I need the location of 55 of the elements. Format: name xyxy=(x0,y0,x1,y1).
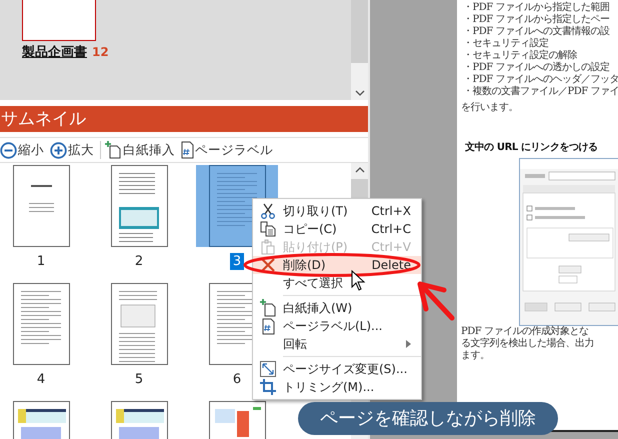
zoom-in-icon xyxy=(50,142,67,158)
document-title: 製品企画書 xyxy=(22,44,87,61)
menu-item[interactable]: ページサイズ変更(S)... xyxy=(253,360,421,378)
toolbar-button[interactable]: ページラベル xyxy=(181,141,275,159)
scroll-down-icon[interactable] xyxy=(354,90,364,96)
clipboard-icon xyxy=(260,239,276,255)
page-number-icon xyxy=(262,318,274,334)
body-text: ます。 xyxy=(461,350,490,362)
pointer-arrow xyxy=(418,282,454,320)
page-number: 2 xyxy=(134,253,144,270)
resize-icon xyxy=(260,361,276,377)
toolbar-button[interactable]: 白紙挿入 xyxy=(105,141,177,159)
list-item: ・PDF ファイルから指定した範囲 xyxy=(463,2,610,14)
list-item: ・セキュリティ設定の解除 xyxy=(463,50,577,62)
menu-item[interactable]: すべて選択 xyxy=(253,274,421,292)
copy-icon xyxy=(260,221,276,237)
list-item: ・PDF ファイルから指定したペー xyxy=(463,14,610,26)
page-number: 4 xyxy=(36,371,46,388)
page-number: 3 xyxy=(230,253,244,270)
toolbar-button[interactable]: 拡大 xyxy=(50,142,96,158)
menu-item[interactable]: 回転 xyxy=(253,335,421,353)
list-item: ・複数の文書ファイル／PDF ファイ xyxy=(463,86,618,98)
menu-item[interactable]: ページラベル(L)... xyxy=(253,317,421,335)
scissors-icon xyxy=(260,203,276,219)
body-text: を行います。 xyxy=(461,102,518,114)
page-count: 12 xyxy=(92,45,109,59)
menu-item[interactable]: 切り取り(T) Ctrl+X xyxy=(253,202,421,220)
scrollbar[interactable] xyxy=(351,0,368,100)
cursor-icon xyxy=(352,270,366,291)
caption-banner: ページを確認しながら削除 xyxy=(298,402,558,435)
list-item: ・セキュリティ設定 xyxy=(463,38,548,50)
list-item: ・PDF ファイルへのヘッダ／フッタ xyxy=(463,74,618,86)
page-number-icon xyxy=(181,141,194,159)
list-item: ・PDF ファイルへの透かしの設定 xyxy=(463,62,610,74)
scroll-thumb[interactable] xyxy=(351,0,368,63)
scroll-up-icon[interactable] xyxy=(354,167,364,173)
crop-icon xyxy=(260,379,276,395)
delete-icon xyxy=(260,257,276,273)
body-text: PDF ファイルの作成対象とな xyxy=(461,326,588,338)
panel-header: サムネイル xyxy=(0,106,368,132)
toolbar-button[interactable]: 縮小 xyxy=(0,142,46,158)
page-number: 6 xyxy=(232,371,242,388)
document-thumbnail[interactable] xyxy=(22,0,96,41)
submenu-arrow-icon xyxy=(406,340,411,348)
zoom-out-icon xyxy=(0,142,17,158)
page-number: 1 xyxy=(36,253,46,270)
page-number: 5 xyxy=(134,371,144,388)
section-heading: 文中の URL にリンクをつける xyxy=(465,140,598,154)
new-page-icon xyxy=(260,299,276,317)
menu-item[interactable]: トリミング(M)... xyxy=(253,378,421,396)
new-page-icon xyxy=(105,141,122,159)
menu-item[interactable]: コピー(C) Ctrl+C xyxy=(253,220,421,238)
menu-item[interactable]: 白紙挿入(W) xyxy=(253,299,421,317)
body-text: る文字列を検出した場合、出力 xyxy=(461,338,594,350)
list-item: ・PDF ファイルへの文書情報の設 xyxy=(463,26,610,38)
